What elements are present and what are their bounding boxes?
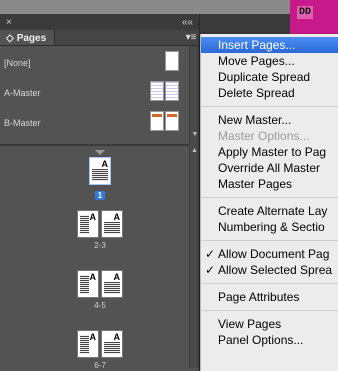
pages-scrollbar[interactable]: ▲: [189, 146, 199, 368]
tab-expand-icon: ◇: [6, 33, 14, 44]
menu-item-override-all-master[interactable]: Override All Master: [201, 160, 338, 176]
master-thumb-b-left: [150, 111, 164, 131]
pages-section: A 1 A A 2-3 A A 4-5 A A 6-7 ▲: [0, 146, 199, 370]
master-thumb-a-left: [150, 81, 164, 101]
panel-titlebar: × ««: [0, 14, 199, 30]
spread-thumb-group[interactable]: A A 2-3: [70, 210, 130, 250]
collapse-icon[interactable]: ««: [182, 17, 193, 28]
page-thumbnail[interactable]: A: [101, 210, 123, 238]
panel-tab-row: ◇ Pages ▾≡: [0, 30, 199, 46]
menu-item-view-pages[interactable]: View Pages: [201, 316, 338, 332]
master-thumb-a-right: [165, 81, 179, 101]
menu-item-insert-pages[interactable]: Insert Pages...: [201, 37, 338, 53]
document-artwork-text: DD: [297, 6, 314, 19]
master-thumb-b-right: [165, 111, 179, 131]
menu-separator: [201, 283, 338, 284]
menu-item-master-options: Master Options...: [218, 129, 310, 143]
menu-item-numbering-sectio[interactable]: Numbering & Sectio: [201, 219, 338, 235]
page-thumbnail[interactable]: A: [89, 157, 111, 185]
menu-item-delete-spread[interactable]: Delete Spread: [201, 85, 338, 101]
masters-section: [None] A-Master B-Master ▼: [0, 46, 199, 146]
spread-thumb-group[interactable]: A A 4-5: [70, 270, 130, 310]
menu-item-duplicate-spread[interactable]: Duplicate Spread: [201, 69, 338, 85]
menu-item-allow-document-pag[interactable]: ✓ Allow Document Pag: [201, 246, 338, 262]
page-number-label: 1: [94, 191, 106, 200]
panel-menu-icon[interactable]: ▾≡: [183, 30, 199, 45]
menu-item-apply-master-to-pag[interactable]: Apply Master to Pag: [201, 144, 338, 160]
tab-pages-label: Pages: [16, 33, 47, 44]
scroll-down-arrow[interactable]: ▼: [190, 130, 200, 140]
menu-separator: [201, 106, 338, 107]
master-label: [None]: [4, 58, 31, 68]
menu-item-new-master[interactable]: New Master...: [201, 112, 338, 128]
scroll-up-arrow[interactable]: ▲: [190, 146, 199, 156]
menu-item-page-attributes[interactable]: Page Attributes: [201, 289, 338, 305]
spread-number-label: 4-5: [94, 301, 106, 310]
master-applied-marker: [95, 150, 105, 155]
checkmark-icon: ✓: [205, 263, 216, 277]
page-thumbnail[interactable]: A: [101, 330, 123, 358]
tab-pages[interactable]: ◇ Pages: [0, 30, 56, 45]
menu-item-create-alternate-lay[interactable]: Create Alternate Lay: [201, 203, 338, 219]
menu-item-allow-selected-sprea[interactable]: ✓ Allow Selected Sprea: [201, 262, 338, 278]
master-thumb-none: [165, 51, 179, 71]
master-row-b[interactable]: B-Master: [0, 108, 188, 138]
panel-flyout-menu: Insert Pages... Move Pages... Duplicate Sp…: [200, 34, 338, 371]
document-top-bar: [0, 0, 338, 14]
page-thumbnail[interactable]: A: [101, 270, 123, 298]
menu-separator: [201, 310, 338, 311]
menu-separator: [201, 240, 338, 241]
menu-separator: [201, 197, 338, 198]
master-row-none[interactable]: [None]: [0, 48, 188, 78]
master-row-a[interactable]: A-Master: [0, 78, 188, 108]
masters-scrollbar[interactable]: ▼: [189, 46, 199, 146]
pages-panel: × «« ◇ Pages ▾≡ [None] A-Master B-Master…: [0, 14, 200, 371]
menu-item-move-pages[interactable]: Move Pages...: [201, 53, 338, 69]
page-thumbnail[interactable]: A: [77, 270, 99, 298]
menu-item-master-pages[interactable]: Master Pages: [201, 176, 338, 192]
spread-number-label: 2-3: [94, 241, 106, 250]
page-thumbnail[interactable]: A: [77, 330, 99, 358]
spread-thumb-group[interactable]: A A 6-7: [70, 330, 130, 370]
page-thumbnail[interactable]: A: [77, 210, 99, 238]
spread-number-label: 6-7: [94, 361, 106, 370]
menu-item-panel-options[interactable]: Panel Options...: [201, 332, 338, 348]
page-thumb-group[interactable]: A 1: [70, 150, 130, 203]
checkmark-icon: ✓: [205, 247, 216, 261]
close-icon[interactable]: ×: [6, 17, 12, 28]
